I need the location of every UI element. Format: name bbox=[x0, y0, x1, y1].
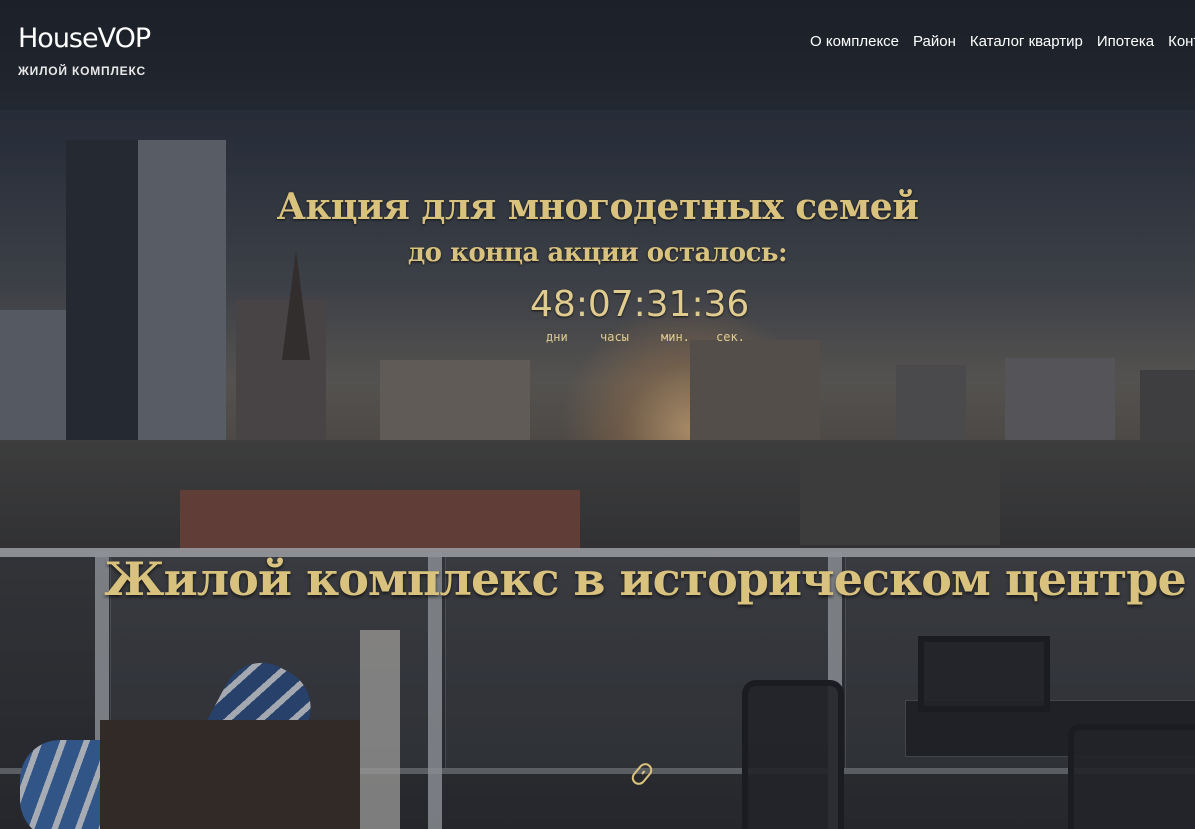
nav-item-mortgage[interactable]: Ипотека bbox=[1097, 33, 1154, 51]
nav-item-about[interactable]: О комплексе bbox=[810, 33, 899, 51]
countdown-separator: : bbox=[633, 284, 646, 325]
main-nav: О комплексе Район Каталог квартир Ипотек… bbox=[810, 33, 1195, 51]
nav-item-catalog[interactable]: Каталог квартир bbox=[970, 33, 1083, 51]
countdown-label-hours: часы bbox=[600, 330, 629, 344]
hero-title: Жилой комплекс в историческом центре bbox=[104, 552, 1186, 606]
countdown-days: 48 bbox=[530, 284, 576, 325]
countdown-separator: : bbox=[575, 284, 588, 325]
promo-title: Акция для многодетных семей bbox=[276, 186, 919, 228]
nav-item-district[interactable]: Район bbox=[913, 33, 956, 51]
countdown-timer: 48 : 07 : 31 : 36 bbox=[530, 283, 749, 327]
countdown-seconds: 36 bbox=[703, 284, 750, 325]
logo[interactable]: HouseVOP ЖИЛОЙ КОМПЛЕКС bbox=[18, 23, 151, 79]
logo-subtitle: ЖИЛОЙ КОМПЛЕКС bbox=[18, 64, 146, 78]
promo-subtitle: до конца акции осталось: bbox=[407, 238, 788, 268]
countdown-hours: 07 bbox=[587, 284, 634, 325]
hero-background-photo bbox=[0, 0, 1195, 829]
logo-name: HouseVOP bbox=[18, 23, 151, 54]
countdown-minutes: 31 bbox=[645, 284, 692, 325]
scroll-down-icon[interactable] bbox=[629, 761, 655, 787]
countdown-label-seconds: сек. bbox=[716, 330, 745, 344]
header-shade bbox=[0, 0, 1195, 110]
countdown-separator: : bbox=[691, 284, 704, 325]
countdown-label-days: дни bbox=[546, 330, 568, 344]
nav-item-contacts[interactable]: Контакты bbox=[1168, 33, 1195, 51]
dark-overlay bbox=[0, 0, 1195, 829]
countdown-label-minutes: мин. bbox=[661, 330, 690, 344]
